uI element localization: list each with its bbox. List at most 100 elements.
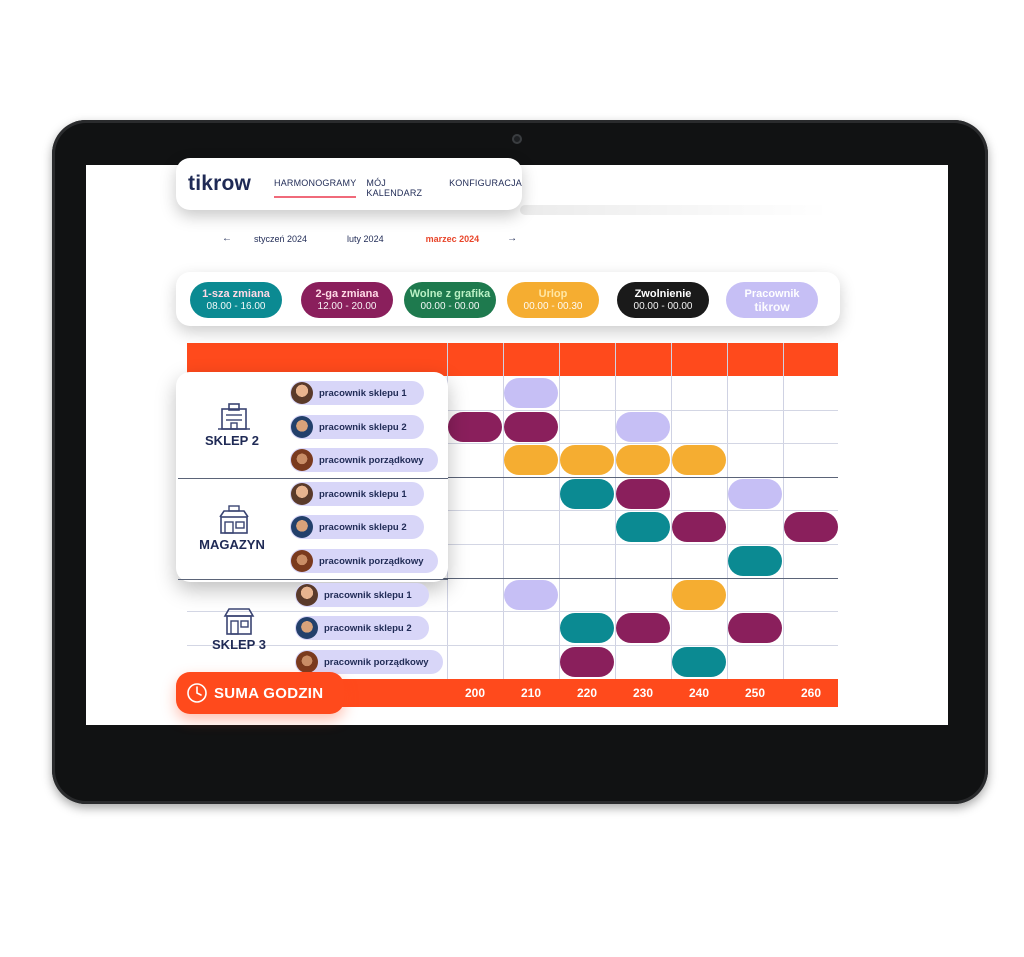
shift-block-2-ga[interactable] [616, 613, 670, 643]
total-hours-cell: 200 [464, 686, 486, 700]
employee-name: pracownik sklepu 2 [324, 622, 412, 634]
shift-block-urlop[interactable] [560, 445, 614, 475]
grid-row-line [187, 611, 838, 612]
employee-row[interactable]: pracownik sklepu 1 [290, 482, 424, 506]
total-hours-cell: 210 [520, 686, 542, 700]
shift-block-2-ga[interactable] [504, 412, 558, 442]
employee-name: pracownik sklepu 1 [319, 387, 407, 399]
nav-shadow [520, 205, 830, 215]
shift-block-tikrow[interactable] [616, 412, 670, 442]
employee-row[interactable]: pracownik porządkowy [290, 549, 438, 573]
avatar [291, 449, 313, 471]
avatar [291, 550, 313, 572]
group-divider [178, 579, 448, 580]
shift-block-1-sza[interactable] [728, 546, 782, 576]
legend-pill-time: 08.00 - 16.00 [206, 300, 266, 312]
shift-block-2-ga[interactable] [448, 412, 502, 442]
employee-row[interactable]: pracownik porządkowy [295, 650, 443, 674]
shift-block-urlop[interactable] [672, 445, 726, 475]
month-marzec[interactable]: marzec 2024 [426, 234, 480, 244]
legend-pill-6[interactable]: Pracownik tikrow [726, 282, 818, 318]
total-hours-cell: 260 [800, 686, 822, 700]
employee-name: pracownik porządkowy [319, 454, 424, 466]
shift-block-1-sza[interactable] [672, 647, 726, 677]
nav-konfiguracja[interactable]: KONFIGURACJA [449, 178, 522, 198]
shift-block-2-ga[interactable] [728, 613, 782, 643]
employee-name: pracownik porządkowy [319, 555, 424, 567]
employee-name: pracownik sklepu 2 [319, 521, 407, 533]
legend-pill-label: Urlop [538, 287, 568, 300]
legend-pill-label: 1-sza zmiana [202, 287, 270, 300]
shift-block-urlop[interactable] [616, 445, 670, 475]
legend-pill-1[interactable]: 1-sza zmiana 08.00 - 16.00 [190, 282, 282, 318]
shift-block-2-ga[interactable] [616, 479, 670, 509]
legend-pill-3[interactable]: Wolne z grafika 00.00 - 00.00 [404, 282, 496, 318]
shift-block-urlop[interactable] [672, 580, 726, 610]
nav-harmonogramy[interactable]: HARMONOGRAMY [274, 178, 357, 198]
month-switcher: ← styczeń 2024 luty 2024 marzec 2024 → [222, 233, 517, 244]
total-hours-cell: 240 [688, 686, 710, 700]
legend-pill-label: Zwolnienie [634, 287, 692, 300]
shift-block-1-sza[interactable] [560, 613, 614, 643]
shift-block-1-sza[interactable] [616, 512, 670, 542]
month-styczen[interactable]: styczeń 2024 [254, 234, 307, 244]
employee-row[interactable]: pracownik sklepu 2 [295, 616, 429, 640]
employee-row[interactable]: pracownik porządkowy [290, 448, 438, 472]
shift-legend: 1-sza zmiana 08.00 - 16.00 2-ga zmiana 12.0… [176, 272, 840, 326]
legend-pill-time: 00.00 - 00.00 [633, 300, 693, 312]
avatar [291, 416, 313, 438]
suma-godzin-button[interactable]: SUMA GODZIN [176, 672, 344, 714]
grid-row-line [187, 645, 838, 646]
group-name: SKLEP 3 [212, 637, 266, 652]
arrow-right-icon[interactable]: → [507, 233, 517, 244]
legend-pill-label: Wolne z grafika [409, 287, 491, 300]
shift-block-1-sza[interactable] [560, 479, 614, 509]
avatar [296, 617, 318, 639]
employee-row[interactable]: pracownik sklepu 1 [295, 583, 429, 607]
clock-icon [187, 683, 207, 703]
legend-pill-4[interactable]: Urlop 00.00 - 00.30 [507, 282, 599, 318]
top-nav: tikrow HARMONOGRAMY MÓJ KALENDARZ KONFIG… [176, 158, 522, 210]
total-hours-cell: 230 [632, 686, 654, 700]
shift-block-urlop[interactable] [504, 445, 558, 475]
camera-dot [512, 134, 522, 144]
legend-pill-5[interactable]: Zwolnienie 00.00 - 00.00 [617, 282, 709, 318]
total-hours-cell: 250 [744, 686, 766, 700]
suma-godzin-label: SUMA GODZIN [214, 684, 324, 702]
grid-column-line [783, 343, 784, 679]
group-name: SKLEP 2 [205, 433, 259, 448]
employee-row[interactable]: pracownik sklepu 2 [290, 515, 424, 539]
employee-name: pracownik sklepu 1 [319, 488, 407, 500]
nav-links: HARMONOGRAMY MÓJ KALENDARZ KONFIGURACJA [274, 178, 522, 198]
avatar [291, 382, 313, 404]
shift-block-2-ga[interactable] [672, 512, 726, 542]
avatar [296, 584, 318, 606]
store-building-icon [216, 403, 252, 436]
legend-pill-time: tikrow [754, 299, 790, 314]
employee-name: pracownik sklepu 2 [319, 421, 407, 433]
shift-block-tikrow[interactable] [728, 479, 782, 509]
legend-pill-time: 00.00 - 00.00 [420, 300, 480, 312]
avatar [291, 483, 313, 505]
shift-block-tikrow[interactable] [504, 580, 558, 610]
shift-block-2-ga[interactable] [560, 647, 614, 677]
employee-row[interactable]: pracownik sklepu 2 [290, 415, 424, 439]
arrow-left-icon[interactable]: ← [222, 233, 232, 244]
shift-block-2-ga[interactable] [784, 512, 838, 542]
avatar [296, 651, 318, 673]
legend-pill-time: 00.00 - 00.30 [523, 300, 583, 312]
employee-row[interactable]: pracownik sklepu 1 [290, 381, 424, 405]
employee-name: pracownik sklepu 1 [324, 589, 412, 601]
month-luty[interactable]: luty 2024 [347, 234, 384, 244]
logo[interactable]: tikrow [188, 172, 251, 196]
legend-pill-label: Pracownik [744, 287, 800, 300]
shift-block-tikrow[interactable] [504, 378, 558, 408]
warehouse-icon [216, 505, 252, 540]
legend-pill-time: 12.00 - 20.00 [317, 300, 377, 312]
nav-moj-kalendarz[interactable]: MÓJ KALENDARZ [366, 178, 439, 198]
legend-pill-2[interactable]: 2-ga zmiana 12.00 - 20.00 [301, 282, 393, 318]
employee-name: pracownik porządkowy [324, 656, 429, 668]
group-divider [178, 478, 448, 479]
avatar [291, 516, 313, 538]
grid-column-line [671, 343, 672, 679]
